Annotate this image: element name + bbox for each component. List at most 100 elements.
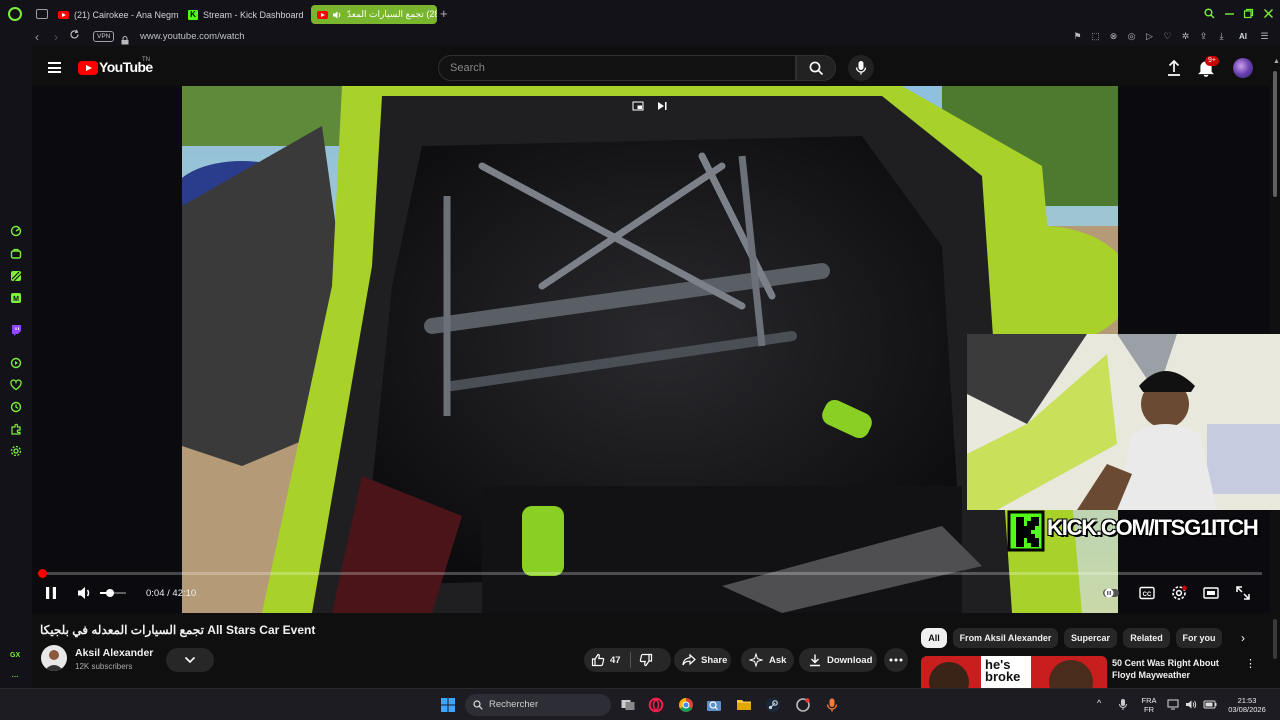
recommendation-title[interactable]: 50 Cent Was Right About Floyd Mayweather — [1112, 657, 1242, 681]
skip-next-top-icon[interactable] — [656, 99, 668, 111]
back-arrow-icon[interactable]: ‹ — [35, 30, 39, 44]
miniplayer-toggle-icon[interactable] — [632, 99, 644, 111]
network-monitor-icon[interactable] — [1167, 699, 1179, 710]
gx-corner-icon[interactable] — [10, 248, 22, 260]
pinboard-heart-icon[interactable] — [10, 379, 22, 391]
tab-kick-dashboard[interactable]: K Stream - Kick Dashboard — [182, 5, 308, 24]
more-actions-button[interactable] — [884, 648, 908, 672]
download-icon — [810, 654, 820, 667]
recommendation-thumbnail[interactable]: he's broke — [921, 656, 1107, 688]
stripes-app-icon[interactable] — [10, 270, 22, 282]
volume-tray-icon[interactable] — [1185, 699, 1197, 710]
chrome-icon[interactable] — [678, 697, 694, 713]
file-explorer-search-icon[interactable] — [706, 697, 722, 713]
tray-microphone-icon[interactable] — [1118, 698, 1128, 711]
upload-icon[interactable] — [1164, 58, 1184, 78]
voice-search-button[interactable] — [848, 55, 874, 81]
twitch-icon[interactable] — [10, 324, 22, 336]
downloads-icon[interactable]: ⤓ — [1216, 30, 1227, 42]
ad-block-icon[interactable]: ⊗ — [1108, 30, 1119, 42]
pause-button[interactable] — [42, 584, 60, 602]
extensions-sidebar-icon[interactable] — [10, 423, 22, 435]
heart-icon[interactable]: ♡ — [1162, 30, 1173, 42]
recommendation-more-icon[interactable]: ⋮ — [1245, 657, 1256, 670]
scrollbar-thumb[interactable] — [1273, 71, 1277, 197]
tab-current-video[interactable]: (28) تجمع السيارات المعدّ — [311, 5, 437, 24]
search-tabs-icon[interactable] — [1203, 8, 1215, 20]
taskbar-search[interactable]: Rechercher — [465, 694, 611, 716]
tab-cairokee[interactable]: (21) Cairokee - Ana Negm — [52, 5, 180, 24]
language-indicator[interactable]: FRA FR — [1137, 696, 1161, 714]
progress-scrubber-handle[interactable] — [38, 569, 47, 578]
subtitles-cc-icon[interactable]: CC — [1138, 584, 1156, 602]
file-explorer-icon[interactable] — [736, 697, 752, 713]
opera-gx-alt-taskbar-icon[interactable] — [795, 697, 811, 713]
progress-bar[interactable] — [38, 569, 1262, 578]
download-button[interactable]: Download — [799, 648, 877, 672]
workspaces-icon[interactable] — [36, 9, 48, 19]
video-player[interactable]: KICK.COM/ITSG1ITCH 0:04 / 42:10 CC — [32, 86, 1280, 613]
tray-overflow-chevron-icon[interactable]: ^ — [1097, 699, 1101, 708]
chip-from-channel[interactable]: From Aksil Alexander — [953, 628, 1058, 648]
player-sidebar-icon[interactable] — [10, 357, 22, 369]
sidebar-more-icon[interactable]: ··· — [11, 671, 19, 682]
menu-hamburger-icon[interactable] — [48, 62, 61, 73]
gx-control-icon[interactable] — [10, 225, 22, 237]
theater-mode-icon[interactable] — [1202, 584, 1220, 602]
new-tab-button[interactable]: + — [440, 7, 448, 20]
chip-for-you[interactable]: For you — [1176, 628, 1222, 648]
microphone-taskbar-icon[interactable] — [824, 697, 840, 713]
audio-playing-icon[interactable] — [333, 11, 342, 19]
settings-gear-icon[interactable] — [10, 445, 22, 457]
bookmark-icon[interactable]: ⚑ — [1072, 30, 1083, 42]
battery-tray-icon[interactable] — [1203, 699, 1217, 710]
player-icon[interactable]: ▷ — [1144, 30, 1155, 42]
lock-icon[interactable] — [121, 32, 129, 45]
forward-arrow-icon[interactable]: › — [54, 30, 58, 44]
snapshot-icon[interactable]: ⬚ — [1090, 30, 1101, 42]
channel-avatar[interactable] — [41, 645, 67, 671]
aria-ai-button[interactable]: AI — [1234, 30, 1252, 42]
chip-all[interactable]: All — [921, 628, 947, 648]
reload-icon[interactable] — [69, 29, 80, 43]
share-button[interactable]: Share — [674, 648, 731, 672]
windows-start-icon[interactable] — [440, 697, 456, 713]
settings-gear-icon[interactable] — [1170, 584, 1188, 602]
volume-icon[interactable] — [76, 584, 94, 602]
autoplay-toggle-icon[interactable] — [1102, 584, 1120, 602]
task-view-icon[interactable] — [620, 697, 636, 713]
messenger-app-icon[interactable]: M — [10, 292, 22, 304]
tracker-block-icon[interactable]: ◎ — [1126, 30, 1137, 42]
scrollbar-track[interactable] — [1273, 619, 1277, 659]
url-text[interactable]: www.youtube.com/watch — [140, 31, 245, 42]
opera-gx-taskbar-icon[interactable] — [648, 697, 664, 713]
chip-scroll-right-icon[interactable]: › — [1235, 630, 1251, 646]
fullscreen-icon[interactable] — [1234, 584, 1252, 602]
account-avatar[interactable] — [1233, 58, 1253, 78]
share-icon[interactable]: ⇪ — [1198, 30, 1209, 42]
channel-name[interactable]: Aksil Alexander — [75, 647, 153, 659]
easy-setup-icon[interactable]: ☰ — [1259, 30, 1270, 42]
dislike-thumb-icon[interactable] — [639, 653, 653, 667]
opera-gx-logo-icon[interactable] — [8, 7, 22, 21]
minimize-window-button[interactable] — [1223, 8, 1235, 20]
subscribed-dropdown-button[interactable] — [166, 648, 214, 672]
scroll-up-arrow-icon[interactable]: ▲ — [1273, 58, 1280, 65]
restore-window-button[interactable] — [1242, 8, 1254, 20]
history-clock-icon[interactable] — [10, 401, 22, 413]
vpn-badge[interactable]: VPN — [93, 31, 115, 42]
clock[interactable]: 21:53 03/08/2026 — [1222, 696, 1272, 714]
ask-button[interactable]: Ask — [741, 648, 794, 672]
steam-icon[interactable] — [765, 697, 781, 713]
like-count[interactable]: 47 — [610, 655, 621, 666]
volume-slider[interactable] — [100, 589, 126, 597]
youtube-logo-icon[interactable] — [78, 61, 98, 75]
close-window-button[interactable] — [1262, 8, 1274, 20]
search-input[interactable] — [439, 56, 795, 80]
volume-slider-handle[interactable] — [106, 589, 114, 597]
chip-related[interactable]: Related — [1123, 628, 1170, 648]
chip-supercar[interactable]: Supercar — [1064, 628, 1117, 648]
search-button[interactable] — [796, 55, 836, 81]
like-thumb-icon[interactable] — [591, 653, 605, 667]
extensions-icon[interactable]: ✲ — [1180, 30, 1191, 42]
